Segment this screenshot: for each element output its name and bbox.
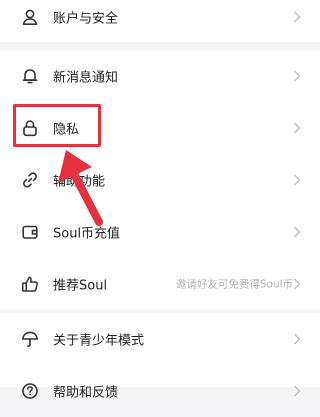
link-icon bbox=[21, 171, 39, 189]
settings-item-label: 新消息通知 bbox=[53, 70, 119, 86]
person-icon bbox=[21, 8, 39, 26]
settings-item-soul-coin-topup[interactable]: Soul币充值 bbox=[0, 206, 320, 258]
settings-item-account-security[interactable]: 账户与安全 bbox=[0, 0, 320, 42]
settings-item-label: Soul币充值 bbox=[53, 226, 121, 242]
privacy-highlight-box bbox=[13, 104, 101, 147]
settings-item-label: 帮助和反馈 bbox=[53, 385, 119, 401]
chevron-right-icon bbox=[293, 11, 301, 23]
settings-item-label: 推荐Soul bbox=[53, 278, 108, 294]
chevron-right-icon bbox=[293, 122, 301, 134]
settings-item-label: 关于青少年模式 bbox=[53, 333, 145, 349]
chevron-right-icon bbox=[293, 333, 301, 345]
chevron-right-icon bbox=[293, 70, 301, 82]
bell-icon bbox=[21, 67, 39, 85]
chevron-right-icon bbox=[293, 174, 301, 186]
settings-card-account: 账户与安全 bbox=[0, 0, 320, 42]
umbrella-icon bbox=[21, 330, 39, 348]
settings-item-label: 辅助功能 bbox=[53, 174, 106, 190]
settings-card-soul: Soul币充值 推荐Soul 邀请好友可免费得Soul币 bbox=[0, 206, 320, 310]
settings-item-accessibility[interactable]: 辅助功能 bbox=[0, 154, 320, 206]
settings-item-label: 账户与安全 bbox=[53, 11, 119, 27]
chevron-right-icon bbox=[293, 278, 301, 290]
chevron-right-icon bbox=[293, 226, 301, 238]
thumbs-up-icon bbox=[21, 275, 39, 293]
settings-card-support: 关于青少年模式 帮助和反馈 bbox=[0, 313, 320, 401]
invite-hint-text: 邀请好友可免费得Soul币 bbox=[175, 278, 293, 291]
wallet-icon bbox=[21, 223, 39, 241]
settings-item-teen-mode[interactable]: 关于青少年模式 bbox=[0, 313, 320, 365]
question-icon bbox=[21, 382, 39, 400]
settings-item-recommend-soul[interactable]: 推荐Soul 邀请好友可免费得Soul币 bbox=[0, 258, 320, 310]
settings-item-notifications[interactable]: 新消息通知 bbox=[0, 50, 320, 102]
settings-item-help-feedback[interactable]: 帮助和反馈 bbox=[0, 365, 320, 417]
